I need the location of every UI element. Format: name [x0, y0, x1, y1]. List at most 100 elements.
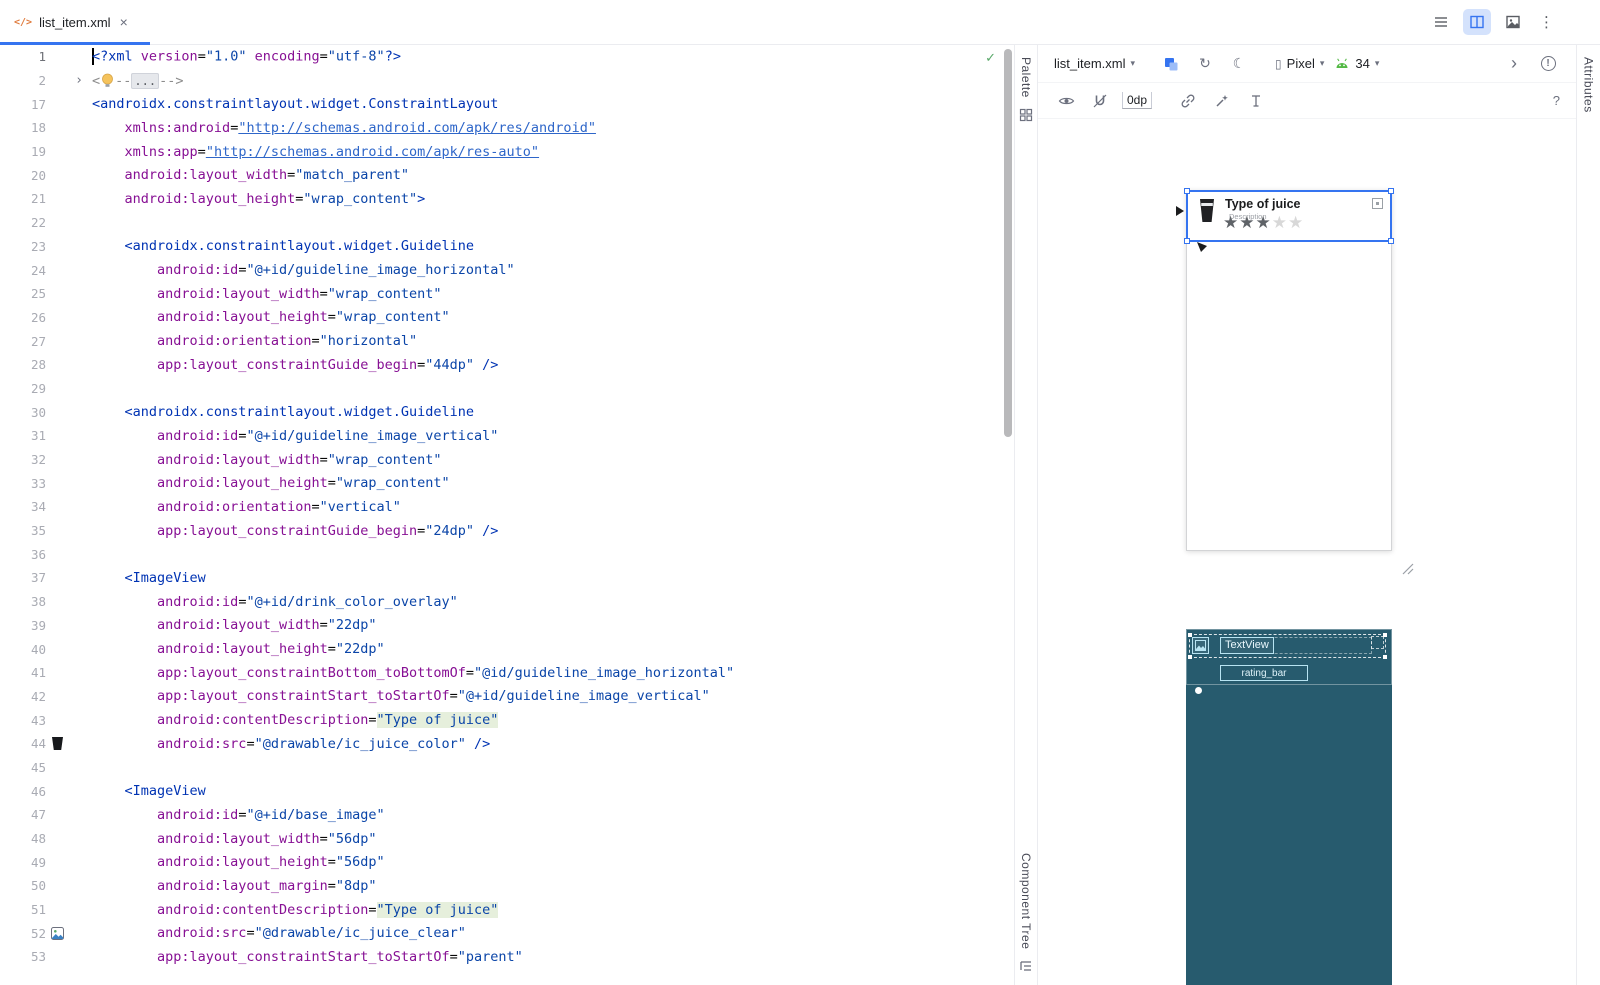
api-level-selector[interactable]: 34 ▾ — [1334, 56, 1379, 71]
code-line-text[interactable]: app:layout_constraintBottom_toBottomOf="… — [90, 665, 1014, 681]
code-line-text[interactable]: <androidx.constraintlayout.widget.Guidel… — [90, 238, 1014, 254]
code-line-text[interactable]: android:layout_margin="8dp" — [90, 878, 1014, 894]
tab-close-icon[interactable]: × — [120, 15, 128, 29]
code-line[interactable]: 47 android:id="@+id/base_image" — [0, 803, 1014, 827]
design-view-button[interactable] — [1499, 9, 1527, 35]
selection-handle[interactable] — [1184, 238, 1190, 244]
infer-constraints-button[interactable] — [1210, 89, 1234, 113]
code-line-text[interactable]: <ImageView — [90, 570, 1014, 586]
code-line[interactable]: 39 android:layout_width="22dp" — [0, 614, 1014, 638]
code-line-text[interactable]: android:src="@drawable/ic_juice_color" /… — [90, 736, 1014, 752]
code-line[interactable]: 38 android:id="@+id/drink_color_overlay" — [0, 590, 1014, 614]
code-line-text[interactable]: android:contentDescription="Type of juic… — [90, 712, 1014, 728]
code-line[interactable]: 23 <androidx.constraintlayout.widget.Gui… — [0, 235, 1014, 259]
code-line-text[interactable]: <androidx.constraintlayout.widget.Guidel… — [90, 404, 1014, 420]
text-size-button[interactable] — [1244, 89, 1268, 113]
more-options-icon[interactable]: ⋮ — [1535, 13, 1558, 31]
code-line-text[interactable]: <?xml version="1.0" encoding="utf-8"?> — [90, 48, 1014, 65]
component-tree-stripe-button[interactable]: Component Tree — [1019, 853, 1033, 973]
code-line-text[interactable]: android:id="@+id/base_image" — [90, 807, 1014, 823]
code-line[interactable]: 17<androidx.constraintlayout.widget.Cons… — [0, 92, 1014, 116]
blueprint-textview-label[interactable]: TextView — [1220, 637, 1274, 654]
code-line[interactable]: 22 — [0, 211, 1014, 235]
code-view-button[interactable] — [1427, 9, 1455, 35]
code-line[interactable]: 35 app:layout_constraintGuide_begin="24d… — [0, 519, 1014, 543]
code-line[interactable]: 21 android:layout_height="wrap_content"> — [0, 187, 1014, 211]
code-line-text[interactable]: app:layout_constraintGuide_begin="24dp" … — [90, 523, 1014, 539]
code-line[interactable]: 44 android:src="@drawable/ic_juice_color… — [0, 732, 1014, 756]
palette-stripe-button[interactable]: Palette — [1019, 57, 1033, 122]
code-line-text[interactable]: android:layout_width="wrap_content" — [90, 452, 1014, 468]
code-line-text[interactable]: android:layout_width="wrap_content" — [90, 286, 1014, 302]
code-line-text[interactable]: xmlns:android="http://schemas.android.co… — [90, 120, 1014, 136]
code-line-text[interactable]: app:layout_constraintStart_toStartOf="pa… — [90, 949, 1014, 965]
code-line[interactable]: 24 android:id="@+id/guideline_image_hori… — [0, 258, 1014, 282]
blueprint-ratingbar-label[interactable]: rating_bar — [1220, 665, 1308, 681]
code-line-text[interactable]: <androidx.constraintlayout.widget.Constr… — [90, 96, 1014, 112]
code-line[interactable]: 2›<--...--> — [0, 69, 1014, 93]
code-line[interactable]: 48 android:layout_width="56dp" — [0, 827, 1014, 851]
code-line[interactable]: 41 app:layout_constraintBottom_toBottomO… — [0, 661, 1014, 685]
next-arrow-icon[interactable]: › — [1502, 52, 1526, 76]
code-line[interactable]: 53 app:layout_constraintStart_toStartOf=… — [0, 945, 1014, 969]
code-line-text[interactable]: android:layout_height="22dp" — [90, 641, 1014, 657]
default-margin-selector[interactable]: 0dp — [1122, 92, 1152, 109]
help-button[interactable]: ? — [1553, 93, 1560, 108]
tab-list-item-xml[interactable]: </> list_item.xml × — [0, 0, 142, 44]
code-line[interactable]: 29 — [0, 377, 1014, 401]
selection-handle[interactable] — [1388, 238, 1394, 244]
code-line[interactable]: 26 android:layout_height="wrap_content" — [0, 306, 1014, 330]
view-options-button[interactable] — [1054, 89, 1078, 113]
code-line[interactable]: 37 <ImageView — [0, 566, 1014, 590]
selected-component-outline[interactable]: Type of juice Description ★★★★★ — [1186, 190, 1392, 242]
code-line-text[interactable]: android:layout_height="wrap_content"> — [90, 191, 1014, 207]
blueprint-anchor-dot[interactable] — [1195, 687, 1202, 694]
autoconnect-button[interactable] — [1088, 89, 1112, 113]
code-line[interactable]: 50 android:layout_margin="8dp" — [0, 874, 1014, 898]
code-line-text[interactable]: xmlns:app="http://schemas.android.com/ap… — [90, 144, 1014, 160]
code-line-text[interactable]: <ImageView — [90, 783, 1014, 799]
code-line[interactable]: 31 android:id="@+id/guideline_image_vert… — [0, 424, 1014, 448]
code-line-text[interactable]: android:id="@+id/guideline_image_horizon… — [90, 262, 1014, 278]
code-line[interactable]: 25 android:layout_width="wrap_content" — [0, 282, 1014, 306]
code-line[interactable]: 49 android:layout_height="56dp" — [0, 850, 1014, 874]
design-canvas[interactable]: Type of juice Description ★★★★★ — [1038, 119, 1576, 985]
device-selector[interactable]: ▯ Pixel ▾ — [1275, 56, 1324, 71]
code-line-text[interactable]: android:orientation="vertical" — [90, 499, 1014, 515]
code-line[interactable]: 45 — [0, 756, 1014, 780]
code-line[interactable]: 42 app:layout_constraintStart_toStartOf=… — [0, 685, 1014, 709]
code-line-text[interactable]: android:layout_width="56dp" — [90, 831, 1014, 847]
code-line[interactable]: 1<?xml version="1.0" encoding="utf-8"?> — [0, 45, 1014, 69]
code-line[interactable]: 27 android:orientation="horizontal" — [0, 329, 1014, 353]
selection-handle[interactable] — [1184, 188, 1190, 194]
code-line-text[interactable]: android:layout_width="22dp" — [90, 617, 1014, 633]
clear-constraints-button[interactable] — [1176, 89, 1200, 113]
code-line-text[interactable]: android:layout_height="wrap_content" — [90, 309, 1014, 325]
blueprint-preview[interactable]: TextView rating_bar — [1186, 629, 1392, 985]
blueprint-imageview-box[interactable] — [1192, 637, 1209, 654]
code-line[interactable]: 40 android:layout_height="22dp" — [0, 637, 1014, 661]
design-surface-mode-button[interactable] — [1159, 52, 1183, 76]
code-line[interactable]: 52 android:src="@drawable/ic_juice_clear… — [0, 921, 1014, 945]
code-line-text[interactable]: android:orientation="horizontal" — [90, 333, 1014, 349]
code-line[interactable]: 19 xmlns:app="http://schemas.android.com… — [0, 140, 1014, 164]
code-line-text[interactable]: android:contentDescription="Type of juic… — [90, 902, 1014, 918]
issues-panel-button[interactable]: ! — [1536, 52, 1560, 76]
code-line[interactable]: 46 <ImageView — [0, 779, 1014, 803]
design-file-selector[interactable]: list_item.xml ▾ — [1054, 56, 1135, 71]
selection-handle[interactable] — [1388, 188, 1394, 194]
orientation-icon[interactable]: ↻ — [1193, 52, 1217, 76]
code-line[interactable]: 32 android:layout_width="wrap_content" — [0, 448, 1014, 472]
code-line-text[interactable]: app:layout_constraintGuide_begin="44dp" … — [90, 357, 1014, 373]
code-line[interactable]: 30 <androidx.constraintlayout.widget.Gui… — [0, 400, 1014, 424]
code-line[interactable]: 36 — [0, 542, 1014, 566]
inspection-ok-icon[interactable]: ✓ — [985, 50, 996, 66]
editor-scrollbar[interactable] — [1004, 49, 1012, 437]
code-line-text[interactable]: android:src="@drawable/ic_juice_clear" — [90, 925, 1014, 941]
code-line-text[interactable]: app:layout_constraintStart_toStartOf="@+… — [90, 688, 1014, 704]
code-line[interactable]: 28 app:layout_constraintGuide_begin="44d… — [0, 353, 1014, 377]
attributes-stripe-button[interactable]: Attributes — [1582, 57, 1596, 113]
device-render-preview[interactable]: Type of juice Description ★★★★★ — [1186, 190, 1392, 551]
intention-bulb-icon[interactable] — [101, 73, 114, 88]
code-line-text[interactable]: android:layout_height="56dp" — [90, 854, 1014, 870]
